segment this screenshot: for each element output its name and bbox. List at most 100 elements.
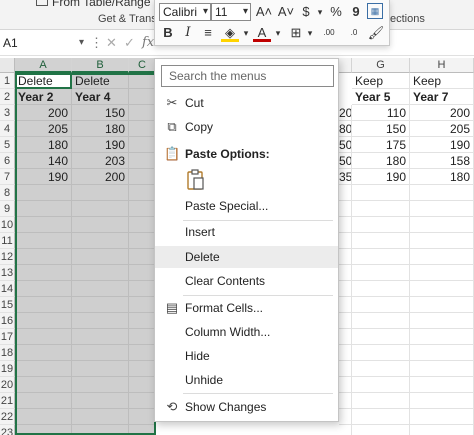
- row-header-23[interactable]: 23: [0, 425, 15, 435]
- grid-cell[interactable]: [352, 313, 410, 329]
- cell-f6[interactable]: 50: [339, 153, 352, 169]
- grid-cell[interactable]: [339, 201, 352, 217]
- selected-cell[interactable]: [15, 217, 72, 233]
- menu-item-delete[interactable]: Delete: [155, 246, 338, 268]
- cell-h6[interactable]: 158: [410, 153, 474, 169]
- cell-b6[interactable]: 203: [72, 153, 129, 169]
- menu-item-copy[interactable]: ⧉ Copy: [155, 116, 338, 138]
- row-header-14[interactable]: 14: [0, 281, 15, 297]
- menu-item-clear-contents[interactable]: Clear Contents: [155, 270, 338, 292]
- row-header-12[interactable]: 12: [0, 249, 15, 265]
- cell-b7[interactable]: 200: [72, 169, 129, 185]
- cell-b1[interactable]: Delete: [72, 73, 129, 89]
- selected-cell[interactable]: [129, 137, 156, 153]
- cell-b4[interactable]: 180: [72, 121, 129, 137]
- selected-cell[interactable]: [72, 345, 129, 361]
- grid-cell[interactable]: [352, 297, 410, 313]
- column-header-c[interactable]: C: [129, 58, 156, 73]
- row-header-19[interactable]: 19: [0, 361, 15, 377]
- grid-cell[interactable]: [352, 393, 410, 409]
- grid-cell[interactable]: [352, 409, 410, 425]
- grid-cell[interactable]: [339, 377, 352, 393]
- grid-cell[interactable]: [352, 265, 410, 281]
- selected-cell[interactable]: [72, 249, 129, 265]
- grid-cell[interactable]: [410, 425, 474, 435]
- cell-h1[interactable]: Keep: [410, 73, 474, 89]
- cell-a7[interactable]: 190: [15, 169, 72, 185]
- selected-cell[interactable]: [72, 425, 129, 435]
- more-options-icon[interactable]: ⋮: [90, 35, 103, 51]
- row-header-13[interactable]: 13: [0, 265, 15, 281]
- selected-cell[interactable]: [72, 297, 129, 313]
- grid-cell[interactable]: [410, 313, 474, 329]
- bold-icon[interactable]: B: [159, 24, 177, 42]
- selected-cell[interactable]: [72, 201, 129, 217]
- selected-cell[interactable]: [15, 329, 72, 345]
- column-header-b[interactable]: B: [72, 58, 129, 73]
- selected-cell[interactable]: [129, 169, 156, 185]
- selected-cell[interactable]: [72, 313, 129, 329]
- cell-h5[interactable]: 190: [410, 137, 474, 153]
- selected-cell[interactable]: [15, 409, 72, 425]
- menu-item-show-changes[interactable]: ⟲ Show Changes: [155, 396, 338, 418]
- selected-cell[interactable]: [15, 297, 72, 313]
- from-table-range-button[interactable]: From Table/Range: [52, 0, 151, 9]
- search-menus-input[interactable]: Search the menus: [161, 65, 334, 87]
- menu-item-hide[interactable]: Hide: [155, 345, 338, 367]
- paste-icon[interactable]: [185, 169, 205, 191]
- grid-cell[interactable]: [352, 329, 410, 345]
- selected-cell[interactable]: [72, 409, 129, 425]
- selected-cell[interactable]: [15, 345, 72, 361]
- menu-item-cut[interactable]: ✂ Cut: [155, 92, 338, 114]
- selected-cell[interactable]: [129, 89, 156, 105]
- grid-cell[interactable]: [352, 201, 410, 217]
- align-center-icon[interactable]: ≡: [199, 24, 217, 42]
- cell-g3[interactable]: 110: [352, 105, 410, 121]
- cell-b3[interactable]: 150: [72, 105, 129, 121]
- grid-cell[interactable]: [339, 329, 352, 345]
- selected-cell[interactable]: [129, 345, 156, 361]
- row-header-5[interactable]: 5: [0, 137, 15, 153]
- grid-cell[interactable]: [339, 425, 352, 435]
- selected-cell[interactable]: [129, 425, 156, 435]
- grid-cell[interactable]: [410, 361, 474, 377]
- selected-cell[interactable]: [129, 233, 156, 249]
- grid-cell[interactable]: [410, 265, 474, 281]
- grid-cell[interactable]: [352, 185, 410, 201]
- column-header-f[interactable]: [339, 58, 352, 73]
- selected-cell[interactable]: [15, 185, 72, 201]
- grid-cell[interactable]: [410, 201, 474, 217]
- increase-decimal-icon[interactable]: .00: [317, 24, 341, 42]
- row-header-3[interactable]: 3: [0, 105, 15, 121]
- grid-cell[interactable]: [410, 217, 474, 233]
- menu-item-insert[interactable]: Insert: [155, 221, 338, 243]
- cell-g6[interactable]: 180: [352, 153, 410, 169]
- selected-cell[interactable]: [15, 281, 72, 297]
- cell-h2[interactable]: Year 7: [410, 89, 474, 105]
- cell-a1[interactable]: Delete: [15, 73, 72, 89]
- grid-cell[interactable]: [410, 185, 474, 201]
- cell-f7[interactable]: 35: [339, 169, 352, 185]
- grid-cell[interactable]: [410, 393, 474, 409]
- cell-b5[interactable]: 190: [72, 137, 129, 153]
- cell-h3[interactable]: 200: [410, 105, 474, 121]
- formula-input[interactable]: [390, 33, 474, 53]
- selected-cell[interactable]: [15, 393, 72, 409]
- grid-cell[interactable]: [352, 345, 410, 361]
- selected-cell[interactable]: [15, 233, 72, 249]
- selected-cell[interactable]: [129, 297, 156, 313]
- selected-cell[interactable]: [72, 265, 129, 281]
- selected-cell[interactable]: [129, 185, 156, 201]
- row-header-15[interactable]: 15: [0, 297, 15, 313]
- selected-cell[interactable]: [129, 377, 156, 393]
- row-header-9[interactable]: 9: [0, 201, 15, 217]
- row-header-1[interactable]: 1: [0, 73, 15, 89]
- row-header-4[interactable]: 4: [0, 121, 15, 137]
- selected-cell[interactable]: [72, 217, 129, 233]
- cell-f3[interactable]: 20: [339, 105, 352, 121]
- grid-cell[interactable]: [410, 345, 474, 361]
- selected-cell[interactable]: [15, 249, 72, 265]
- decrease-decimal-icon[interactable]: .0: [343, 24, 365, 42]
- cell-a3[interactable]: 200: [15, 105, 72, 121]
- grid-cell[interactable]: [339, 249, 352, 265]
